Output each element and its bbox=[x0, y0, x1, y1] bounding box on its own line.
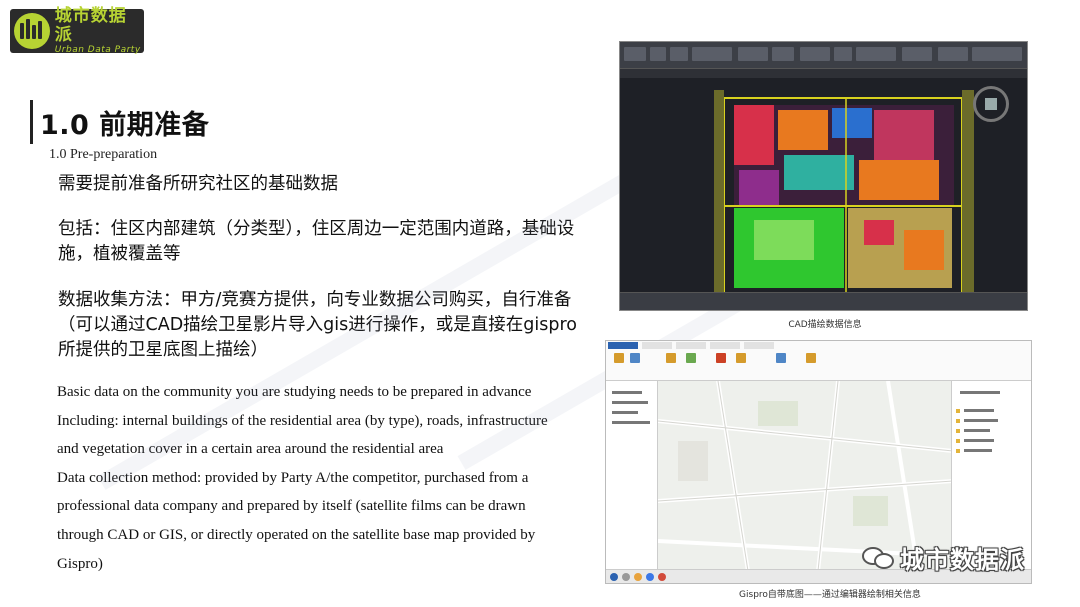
cad-status-bar bbox=[620, 292, 1027, 310]
body-en-line: Including: internal buildings of the res… bbox=[57, 412, 548, 429]
page-title: 1.0 前期准备 bbox=[40, 110, 210, 141]
gis-ribbon bbox=[606, 341, 1031, 381]
wechat-icon bbox=[862, 545, 896, 571]
body-cn-para2: 包括：住区内部建筑（分类型），住区周边一定范围内道路，基础设施，植被覆盖等 bbox=[58, 219, 575, 264]
cad-screenshot bbox=[619, 41, 1028, 311]
cad-caption: CAD描绘数据信息 bbox=[788, 320, 862, 330]
cad-site-plan bbox=[714, 90, 974, 300]
gis-contents-pane bbox=[606, 381, 658, 571]
body-cn-para3: 数据收集方法：甲方/竞赛方提供，向专业数据公司购买，自行准备（可以通过CAD描绘… bbox=[58, 290, 577, 360]
logo-icon bbox=[14, 13, 50, 49]
body-en-line: Gispro) bbox=[57, 555, 103, 572]
body-en: Basic data on the community you are stud… bbox=[57, 378, 597, 578]
body-en-line: professional data company and prepared b… bbox=[57, 498, 526, 515]
body-en-line: Data collection method: provided by Part… bbox=[57, 469, 529, 486]
logo-name-cn: 城市数据派 bbox=[54, 5, 127, 45]
body-en-line: Basic data on the community you are stud… bbox=[57, 384, 532, 400]
body-cn-line1: 需要提前准备所研究社区的基础数据 bbox=[58, 174, 338, 194]
cad-ribbon bbox=[620, 42, 1027, 69]
wechat-badge: 城市数据派 bbox=[862, 540, 1025, 575]
viewcube-icon[interactable] bbox=[973, 86, 1009, 122]
gis-caption: Gispro自带底图——通过编辑器绘制相关信息 bbox=[739, 590, 921, 600]
logo-name-en: Urban Data Party bbox=[54, 44, 141, 55]
title-accent-bar bbox=[30, 100, 33, 144]
brand-logo: 城市数据派 Urban Data Party bbox=[10, 5, 144, 55]
wechat-account-name: 城市数据派 bbox=[900, 546, 1025, 574]
body-en-line: and vegetation cover in a certain area a… bbox=[57, 441, 444, 458]
body-en-line: through CAD or GIS, or directly operated… bbox=[57, 526, 536, 543]
page-subtitle: 1.0 Pre-preparation bbox=[49, 147, 158, 162]
